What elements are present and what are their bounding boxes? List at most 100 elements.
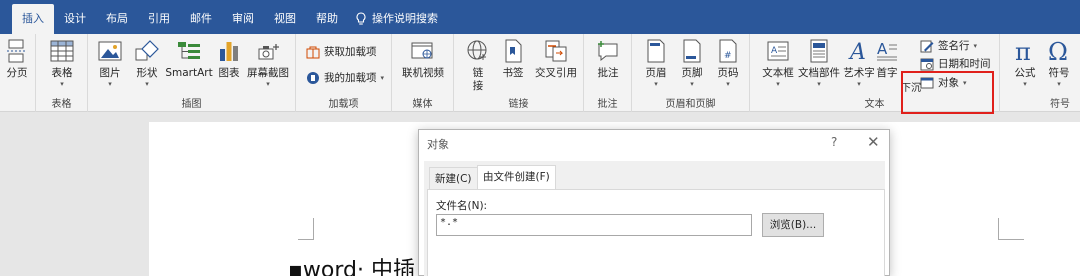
tab-review[interactable]: 审阅 <box>222 4 264 34</box>
smartart-icon <box>176 38 202 64</box>
tell-me-search[interactable]: 操作说明搜索 <box>348 4 446 34</box>
picture-icon <box>97 38 123 64</box>
object-dialog: 对象 ? ✕ 新建(C) 由文件创建(F) 文件名(N): *.* 浏览(B).… <box>418 129 890 276</box>
file-name-label: 文件名(N): <box>436 200 488 212</box>
text-box-label: 文本框 <box>762 67 794 79</box>
group-links: 链 接 书签 交叉引用 链接 <box>454 34 584 112</box>
chevron-down-icon: ▾ <box>654 80 658 88</box>
group-label-media: 媒体 <box>412 99 433 110</box>
document-text[interactable]: ▪word· 中插 <box>288 252 415 276</box>
online-video-icon <box>410 38 436 64</box>
tab-create-new[interactable]: 新建(C) <box>429 167 478 189</box>
page-break-button[interactable]: 分页 <box>2 38 32 80</box>
date-time-label: 日期和时间 <box>938 58 991 70</box>
link-label-1: 链 <box>472 67 484 79</box>
group-label-symbols: 符号 <box>1050 99 1070 110</box>
help-button[interactable]: ? <box>831 135 837 149</box>
comment-button[interactable]: 批注 <box>593 38 623 80</box>
equation-button[interactable]: π 公式 ▾ <box>1010 38 1040 88</box>
tab-references[interactable]: 引用 <box>138 4 180 34</box>
group-pages: 分页 <box>0 34 36 112</box>
table-button[interactable]: 表格 ▾ <box>46 38 78 88</box>
chevron-down-icon: ▾ <box>145 80 149 88</box>
lightbulb-icon <box>356 12 366 25</box>
signature-line-button[interactable]: 签名行 ▾ <box>920 38 977 53</box>
ribbon-tab-bar: 插入 设计 布局 引用 邮件 审阅 视图 帮助 操作说明搜索 <box>0 0 1080 34</box>
svg-text:A: A <box>877 40 888 58</box>
group-label-addins: 加载项 <box>328 99 359 110</box>
drop-cap-button[interactable]: A 首字 <box>874 38 900 80</box>
page-break-icon <box>4 38 30 64</box>
chart-label: 图表 <box>218 67 240 79</box>
equation-label: 公式 <box>1014 67 1036 79</box>
dialog-title: 对象 <box>427 138 449 151</box>
shapes-button[interactable]: 形状 ▾ <box>132 38 162 88</box>
my-addins-label: 我的加载项 <box>324 72 377 84</box>
chevron-down-icon: ▾ <box>1057 80 1061 88</box>
group-comments: 批注 批注 <box>584 34 632 112</box>
cross-reference-button[interactable]: 交叉引用 <box>532 38 580 80</box>
object-highlight-box <box>901 71 994 114</box>
signature-icon <box>920 39 934 53</box>
tab-design[interactable]: 设计 <box>54 4 96 34</box>
chevron-down-icon: ▾ <box>690 80 694 88</box>
chevron-down-icon: ▾ <box>60 80 64 88</box>
pictures-button[interactable]: 图片 ▾ <box>96 38 124 88</box>
smartart-label: SmartArt <box>165 67 213 79</box>
store-icon <box>306 45 320 59</box>
group-addins: 获取加载项 我的加载项 ▾ 加载项 <box>296 34 392 112</box>
smartart-button[interactable]: SmartArt <box>165 38 213 80</box>
page-break-label: 分页 <box>6 67 28 79</box>
tell-me-label: 操作说明搜索 <box>372 12 438 25</box>
file-name-input[interactable]: *.* <box>436 214 752 236</box>
calendar-icon <box>920 57 934 71</box>
tab-mailings[interactable]: 邮件 <box>180 4 222 34</box>
group-symbols: π 公式 ▾ Ω 符号 ▾ 符号 <box>1000 34 1080 112</box>
group-label-links: 链接 <box>508 99 529 110</box>
comment-label: 批注 <box>597 67 619 79</box>
chevron-down-icon: ▾ <box>817 80 821 88</box>
browse-button[interactable]: 浏览(B)... <box>762 213 824 237</box>
bookmark-label: 书签 <box>502 67 524 79</box>
crop-mark-left <box>298 218 314 240</box>
header-button[interactable]: 页眉 ▾ <box>642 38 670 88</box>
bookmark-icon <box>500 38 526 64</box>
date-time-button[interactable]: 日期和时间 <box>920 56 991 71</box>
symbol-button[interactable]: Ω 符号 ▾ <box>1044 38 1074 88</box>
group-tables: 表格 ▾ 表格 <box>36 34 88 112</box>
my-addins-button[interactable]: 我的加载项 ▾ <box>306 70 384 85</box>
quick-parts-button[interactable]: 文档部件 ▾ <box>796 38 842 88</box>
tab-view[interactable]: 视图 <box>264 4 306 34</box>
text-box-button[interactable]: A 文本框 ▾ <box>760 38 796 88</box>
chevron-down-icon: ▾ <box>380 73 385 82</box>
bookmark-button[interactable]: 书签 <box>500 38 526 80</box>
screenshot-button[interactable]: 屏幕截图 ▾ <box>246 38 290 88</box>
link-button[interactable]: 链 接 <box>464 38 492 93</box>
screenshot-icon <box>255 38 281 64</box>
text-box-icon: A <box>765 38 791 64</box>
chevron-down-icon: ▾ <box>1023 80 1027 88</box>
drop-cap-icon: A <box>874 38 900 64</box>
online-video-button[interactable]: 联机视频 <box>400 38 446 80</box>
dialog-body: 新建(C) 由文件创建(F) 文件名(N): *.* 浏览(B)... <box>424 161 885 276</box>
chevron-down-icon: ▾ <box>108 80 112 88</box>
drop-cap-label: 首字 <box>876 67 898 79</box>
wordart-button[interactable]: A 艺术字 ▾ <box>842 38 876 88</box>
get-addins-label: 获取加载项 <box>324 46 377 58</box>
chart-button[interactable]: 图表 <box>216 38 242 80</box>
globe-link-icon <box>465 38 491 64</box>
chevron-down-icon: ▾ <box>266 80 270 88</box>
svg-text:Ω: Ω <box>1048 39 1068 63</box>
tab-create-from-file[interactable]: 由文件创建(F) <box>477 165 556 190</box>
tab-help[interactable]: 帮助 <box>306 4 348 34</box>
close-icon[interactable]: ✕ <box>867 133 880 151</box>
dialog-panel: 文件名(N): *.* 浏览(B)... <box>427 189 885 276</box>
footer-button[interactable]: 页脚 ▾ <box>678 38 706 88</box>
get-addins-button[interactable]: 获取加载项 <box>306 44 377 59</box>
chevron-down-icon: ▾ <box>973 41 978 50</box>
tab-insert[interactable]: 插入 <box>12 4 54 34</box>
page-number-button[interactable]: # 页码 ▾ <box>714 38 742 88</box>
header-icon <box>643 38 669 64</box>
tab-layout[interactable]: 布局 <box>96 4 138 34</box>
header-label: 页眉 <box>645 67 667 79</box>
